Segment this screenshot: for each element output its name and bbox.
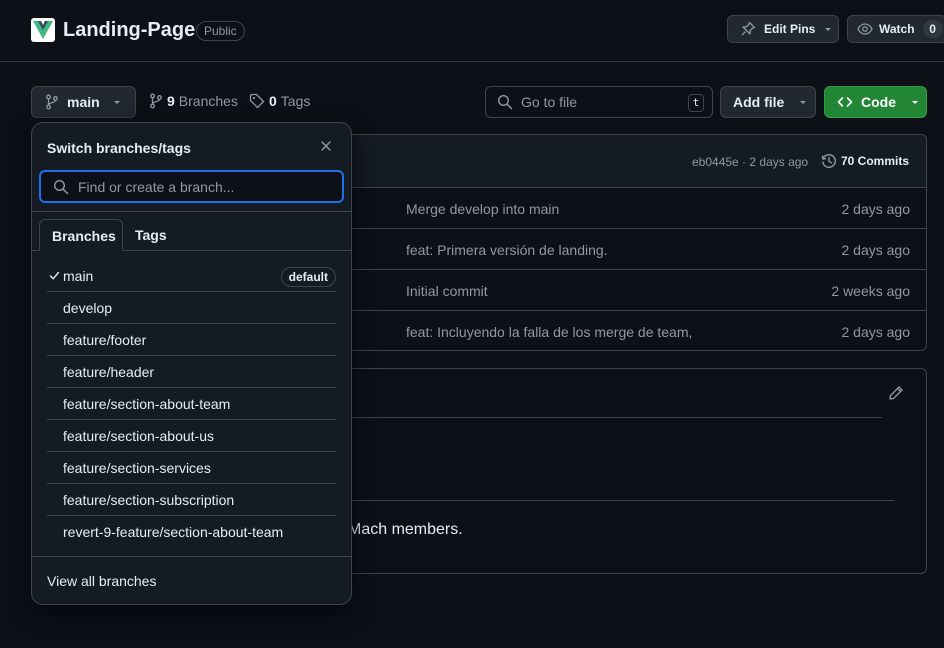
branch-selector-button[interactable]: main [31,86,136,118]
tags-label: Tags [280,93,311,109]
branches-count: 9 [167,93,175,109]
file-commit-age: 2 days ago [841,242,911,258]
branch-item[interactable]: develop [47,292,336,324]
dropdown-footer-divider [32,556,351,557]
branch-item[interactable]: feature/section-about-team [47,388,336,420]
repo-name-link[interactable]: Landing-Page [63,19,195,42]
branch-name: feature/footer [63,332,147,348]
file-row[interactable]: feat: Incluyendo la falla de los merge d… [332,311,926,352]
file-commit-message[interactable]: Merge develop into main [406,201,559,217]
close-icon[interactable] [319,139,333,153]
dropdown-divider [32,211,351,212]
visibility-badge: Public [196,21,245,41]
branch-name: main [63,268,94,284]
current-branch-label: main [67,94,100,110]
readme-header [332,369,882,418]
branches-label: Branches [178,93,238,109]
latest-commit-bar: eb0445e · 2 days ago 70 Commits [332,135,926,188]
branch-name: feature/section-about-team [63,396,231,412]
branch-switcher-dropdown: Switch branches/tags Branches Tags main … [31,122,352,605]
branch-name: feature/section-services [63,460,211,476]
check-icon [49,270,60,281]
file-commit-message[interactable]: Initial commit [406,283,488,299]
branch-item[interactable]: revert-9-feature/section-about-team [47,516,336,548]
branch-name: develop [63,300,113,316]
history-icon [821,153,837,169]
branch-name: revert-9-feature/section-about-team [63,524,284,540]
branch-name: feature/section-subscription [63,492,235,508]
default-badge: default [280,267,336,287]
commit-sha-time[interactable]: eb0445e · 2 days ago [692,155,808,169]
branches-link[interactable]: 9 Branches [149,93,238,109]
code-icon [837,94,853,110]
file-commit-age: 2 days ago [841,201,911,217]
branch-search-input[interactable] [78,178,318,195]
readme-divider [348,500,894,501]
file-commit-age: 2 days ago [841,324,911,340]
watch-button[interactable]: Watch 0 [847,15,944,43]
keyboard-shortcut-hint: t [688,94,704,112]
file-row[interactable]: feat: Primera versión de landing. 2 days… [332,229,926,270]
tags-link[interactable]: 0 Tags [249,93,310,109]
repo-header: Landing-Page Public Edit Pins Watch 0 [0,0,944,62]
branch-name: feature/header [63,364,155,380]
git-branch-icon [149,93,163,109]
search-icon [53,179,69,195]
branch-item[interactable]: feature/header [47,356,336,388]
file-list: eb0445e · 2 days ago 70 Commits Merge de… [331,134,927,351]
branch-item[interactable]: feature/section-subscription [47,484,336,516]
file-commit-age: 2 weeks ago [831,283,910,299]
view-all-branches-link[interactable]: View all branches [47,573,156,589]
chevron-down-icon [910,97,920,107]
pencil-icon[interactable] [888,385,904,401]
chevron-down-icon [112,97,122,107]
add-file-button[interactable]: Add file [720,86,816,118]
readme-panel: Mach members. [331,368,927,574]
watch-count: 0 [922,20,943,38]
code-label: Code [861,94,896,110]
chevron-down-icon [798,97,808,107]
branch-item[interactable]: feature/section-services [47,452,336,484]
edit-pins-button[interactable]: Edit Pins [727,15,839,43]
tag-icon [249,93,265,109]
code-button[interactable]: Code [824,86,927,118]
commits-count-label: 70 Commits [841,154,910,168]
watch-label: Watch [879,22,915,36]
pin-icon [740,21,756,37]
tab-branches[interactable]: Branches [39,219,123,251]
edit-pins-label: Edit Pins [764,22,816,36]
add-file-label: Add file [733,94,785,110]
go-to-file-placeholder: Go to file [521,94,578,110]
readme-text: Mach members. [348,521,463,538]
file-row[interactable]: Initial commit 2 weeks ago [332,270,926,311]
dropdown-title: Switch branches/tags [47,140,191,156]
tab-tags[interactable]: Tags [123,219,179,251]
go-to-file-input[interactable]: Go to file t [485,86,713,118]
git-branch-icon [45,94,59,110]
file-row[interactable]: Merge develop into main 2 days ago [332,188,926,229]
branch-item[interactable]: feature/footer [47,324,336,356]
vue-logo-icon [31,18,55,42]
branch-name: feature/section-about-us [63,428,214,444]
search-icon [497,94,513,110]
commits-history-link[interactable]: 70 Commits [821,153,909,169]
tags-count: 0 [269,93,277,109]
branch-item-main[interactable]: main default [47,260,336,292]
branch-search-field[interactable] [39,170,344,203]
file-commit-message[interactable]: feat: Primera versión de landing. [406,242,608,258]
branch-item[interactable]: feature/section-about-us [47,420,336,452]
file-commit-message[interactable]: feat: Incluyendo la falla de los merge d… [406,324,692,340]
eye-icon [857,21,873,37]
chevron-down-icon [823,24,833,34]
